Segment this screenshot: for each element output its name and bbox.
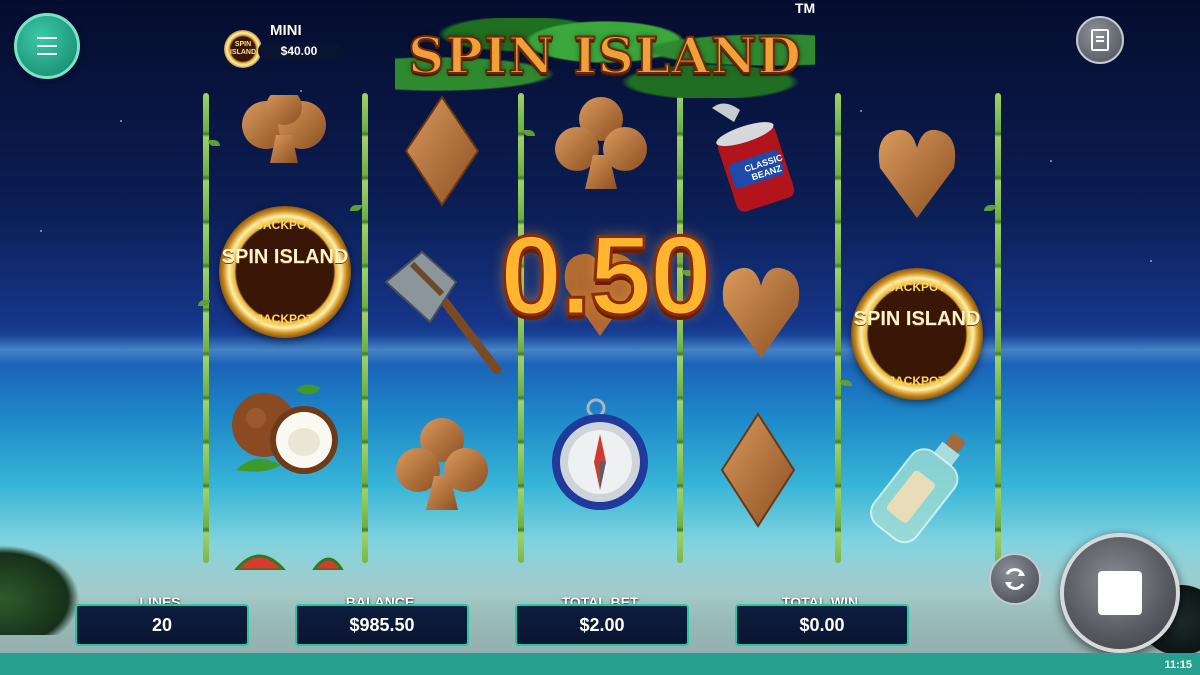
clock: 11:15 (1164, 659, 1192, 671)
total-win-value: $0.00 (799, 614, 845, 635)
trademark: TM (795, 0, 816, 16)
menu-button[interactable] (14, 13, 80, 79)
club-symbol (394, 416, 490, 512)
lines-value: 20 (151, 614, 173, 635)
footer-bar: 11:15 (0, 653, 1200, 675)
hamburger-icon (37, 37, 57, 55)
mini-jackpot-label: MINI (270, 22, 302, 39)
coconut-symbol (226, 380, 346, 480)
mini-jackpot-value: $40.00 (258, 42, 340, 60)
message-bottle-symbol (866, 424, 976, 550)
fern-plant (0, 545, 80, 635)
balance-value: $985.50 (349, 614, 415, 635)
total-bet-value: $2.00 (579, 614, 625, 635)
watermelon-symbol (234, 548, 344, 570)
autoplay-button[interactable] (989, 553, 1041, 605)
paytable-button[interactable] (1076, 16, 1124, 64)
diamond-symbol (404, 95, 480, 207)
bamboo-divider (203, 93, 209, 563)
diamond-symbol (720, 412, 796, 528)
stop-icon (1098, 571, 1142, 615)
mini-jackpot-coin-icon: SPIN ISLAND (224, 30, 262, 68)
balance-panel: $985.50 (295, 604, 469, 646)
total-win-panel: $0.00 (735, 604, 909, 646)
jackpot-coin-symbol: JACKPOT SPIN ISLAND JACKPOT (219, 206, 351, 338)
logo-text: SPIN ISLAND (407, 25, 802, 86)
bean-can-symbol: CLASSIC BEANZ (704, 98, 810, 216)
game-logo: SPIN ISLAND (395, 12, 815, 98)
bamboo-divider (362, 93, 368, 563)
bamboo-divider (835, 93, 841, 563)
lines-panel[interactable]: 20 (75, 604, 249, 646)
paytable-icon (1091, 29, 1109, 51)
club-symbol (553, 95, 649, 191)
jackpot-coin-symbol: JACKPOT SPIN ISLAND JACKPOT (851, 268, 983, 400)
win-amount: 0.50 (499, 211, 714, 339)
stop-spin-button[interactable] (1060, 533, 1180, 653)
total-bet-panel[interactable]: $2.00 (515, 604, 689, 646)
bamboo-divider (995, 93, 1001, 563)
heart-symbol (874, 124, 960, 220)
refresh-icon (1005, 568, 1025, 590)
compass-symbol (550, 398, 654, 514)
club-symbol (236, 95, 332, 165)
